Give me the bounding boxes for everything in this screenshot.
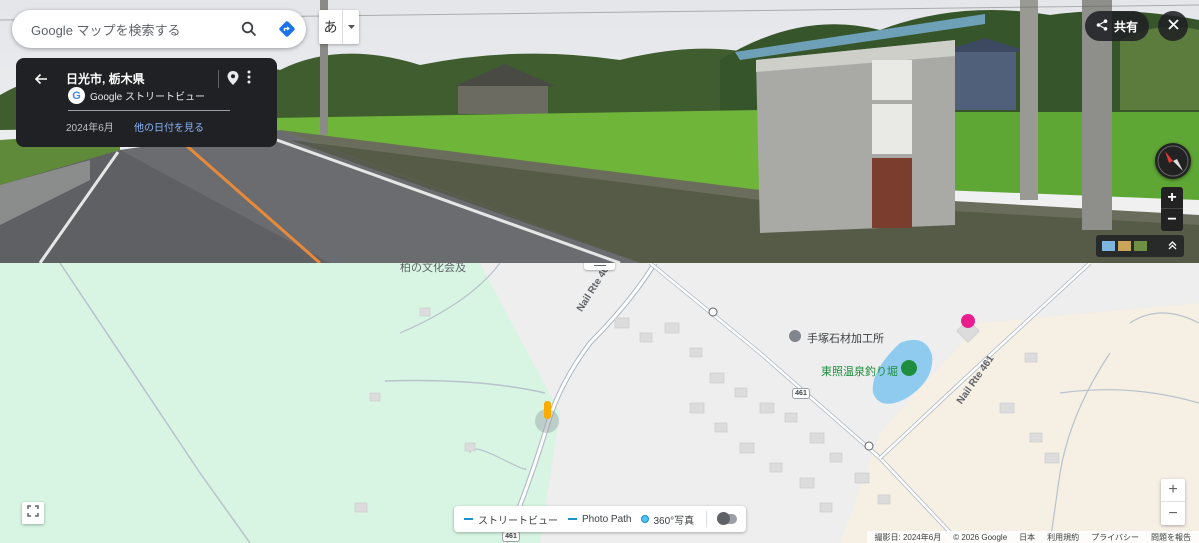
other-dates-link[interactable]: 他の日付を見る (134, 119, 204, 134)
partial-map-label[interactable]: 柏の文化会及 (400, 263, 466, 275)
region-link[interactable]: 日本 (1019, 532, 1035, 543)
location-card: 日光市, 栃木県 G Google ストリートビュー 2024年6月 他の日付を… (16, 58, 277, 147)
fullscreen-icon (27, 504, 39, 522)
privacy-link[interactable]: プライバシー (1091, 532, 1139, 543)
legend-label: Photo Path (582, 513, 632, 525)
chevron-down-icon (343, 25, 359, 29)
capture-date-footer: 撮影日: 2024年6月 (874, 532, 942, 542)
layer-toggle[interactable] (717, 512, 738, 525)
search-icon[interactable] (230, 10, 268, 48)
divider (706, 511, 708, 527)
poi-label[interactable]: 東照温泉釣り堀 (821, 363, 898, 379)
provider-label: Google ストリートビュー (90, 92, 206, 103)
close-button[interactable] (1158, 11, 1188, 41)
map-canvas[interactable] (0, 263, 1199, 543)
close-icon (1167, 17, 1179, 35)
more-options-icon[interactable] (247, 70, 251, 89)
compass-icon[interactable] (1155, 143, 1191, 179)
map-panel[interactable]: 柏の文化会及 手塚石材加工所 東照温泉釣り堀 Nail Rte 461 Nail… (0, 263, 1199, 543)
legend-label: 360°写真 (653, 515, 695, 527)
legend-street-view: ストリートビュー (464, 512, 558, 527)
input-method-button[interactable]: あ (319, 10, 359, 44)
search-input[interactable]: Google マップを検索する (12, 20, 230, 39)
zoom-out-button[interactable]: − (1161, 502, 1185, 525)
street-view-panel[interactable]: Google マップを検索する あ 日光市, 栃木県 G Google ストリー… (0, 0, 1199, 263)
route-shield: 461 (502, 531, 520, 542)
copyright: © 2026 Google (953, 532, 1008, 542)
dashed-line-icon (568, 518, 577, 520)
location-title: 日光市, 栃木県 (66, 72, 145, 86)
panel-resize-handle[interactable] (584, 263, 615, 270)
field-thumbnail-icon[interactable] (1118, 241, 1131, 251)
sky-thumbnail-icon[interactable] (1102, 241, 1115, 251)
google-logo-icon: G (68, 87, 85, 104)
report-link[interactable]: 問題を報告 (1151, 532, 1191, 543)
map-zoom-control: + − (1161, 479, 1185, 525)
divider (218, 70, 219, 88)
share-icon (1096, 18, 1108, 34)
search-box[interactable]: Google マップを検索する (12, 10, 306, 48)
route-shield: 461 (792, 388, 810, 399)
street-view-zoom-control: + − (1161, 187, 1183, 231)
dot-icon (641, 515, 650, 523)
zoom-out-button[interactable]: − (1161, 209, 1183, 231)
fullscreen-button[interactable] (22, 502, 44, 524)
map-pin-icon[interactable] (226, 70, 240, 91)
chevron-up-icon[interactable] (1168, 237, 1177, 255)
tree-thumbnail-icon[interactable] (1134, 241, 1147, 251)
zoom-in-button[interactable]: + (1161, 187, 1183, 209)
pegman-icon (544, 401, 551, 419)
divider (68, 110, 230, 111)
map-legend: ストリートビュー Photo Path 360°写真 (454, 506, 746, 532)
zoom-in-button[interactable]: + (1161, 479, 1185, 502)
ime-char: あ (319, 10, 343, 44)
terms-link[interactable]: 利用規約 (1047, 532, 1079, 543)
share-label: 共有 (1113, 19, 1138, 34)
legend-label: ストリートビュー (478, 515, 558, 527)
legend-360-photo: 360°写真 (641, 512, 694, 527)
capture-date: 2024年6月 (66, 123, 114, 134)
legend-photo-path: Photo Path (568, 514, 631, 525)
share-button[interactable]: 共有 (1085, 11, 1149, 41)
back-arrow-icon[interactable] (30, 68, 52, 90)
imagery-layers-bar[interactable] (1096, 235, 1184, 257)
map-footer: 撮影日: 2024年6月 © 2026 Google 日本 利用規約 プライバシ… (866, 531, 1199, 543)
provider: G Google ストリートビュー (68, 87, 205, 104)
directions-icon[interactable] (268, 10, 306, 48)
line-icon (464, 518, 473, 520)
poi-label[interactable]: 手塚石材加工所 (807, 330, 884, 346)
